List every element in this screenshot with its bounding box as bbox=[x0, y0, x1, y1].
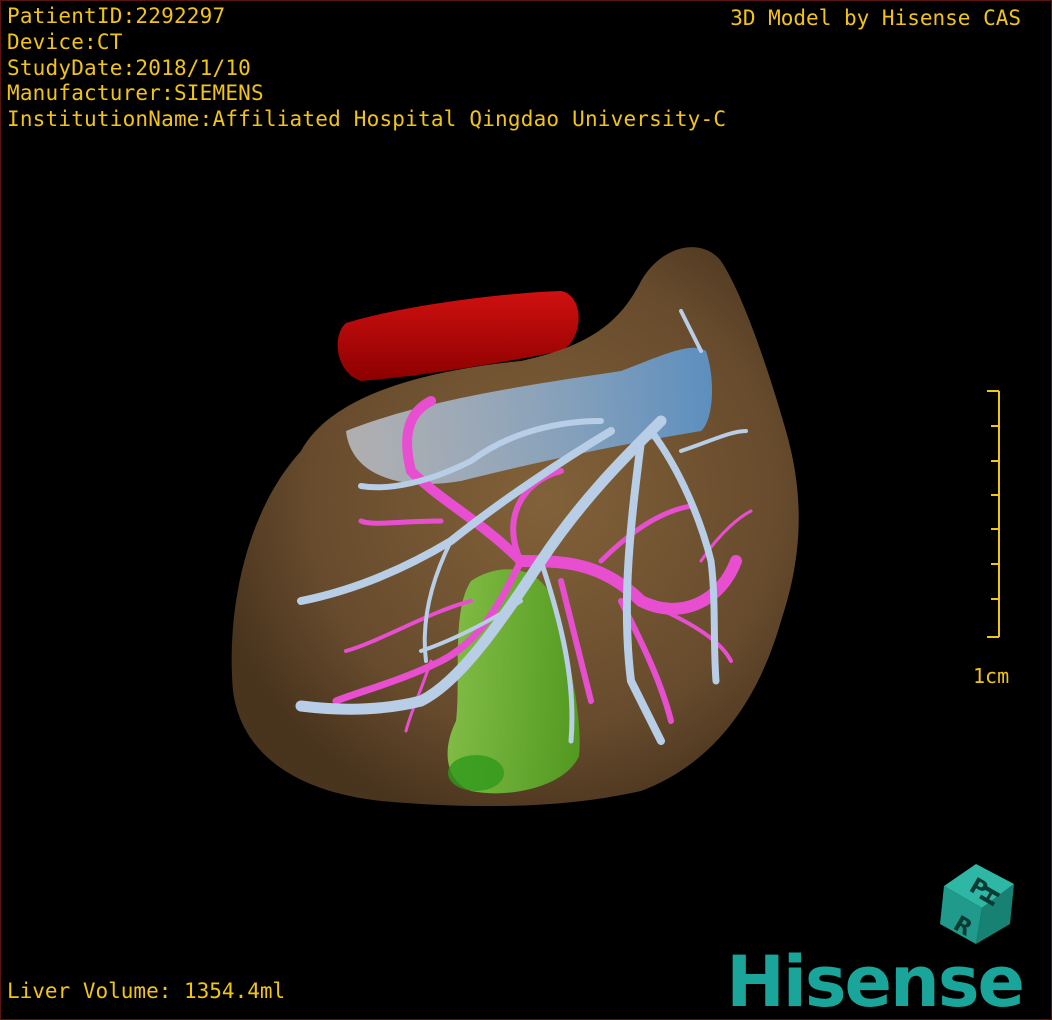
study-date-label: StudyDate:2018/1/10 bbox=[7, 56, 252, 80]
hisense-logo: Hisense bbox=[726, 941, 1025, 1020]
institution-label: InstitutionName:Affiliated Hospital Qing… bbox=[7, 107, 727, 131]
scale-label: 1cm bbox=[973, 664, 1010, 688]
device-label: Device:CT bbox=[7, 30, 123, 54]
manufacturer-label: Manufacturer:SIEMENS bbox=[7, 81, 264, 105]
model-watermark: 3D Model by Hisense CAS bbox=[730, 6, 1021, 30]
patient-id-label: PatientID:2292297 bbox=[7, 4, 226, 28]
3d-viewport[interactable]: PatientID:2292297 Device:CT StudyDate:20… bbox=[0, 0, 1052, 1020]
orientation-cube[interactable]: P R H bbox=[936, 846, 1036, 946]
scale-bar bbox=[987, 390, 1000, 638]
liver-3d-model[interactable] bbox=[1, 1, 1052, 1020]
liver-volume-label: Liver Volume: 1354.4ml bbox=[7, 979, 286, 1003]
